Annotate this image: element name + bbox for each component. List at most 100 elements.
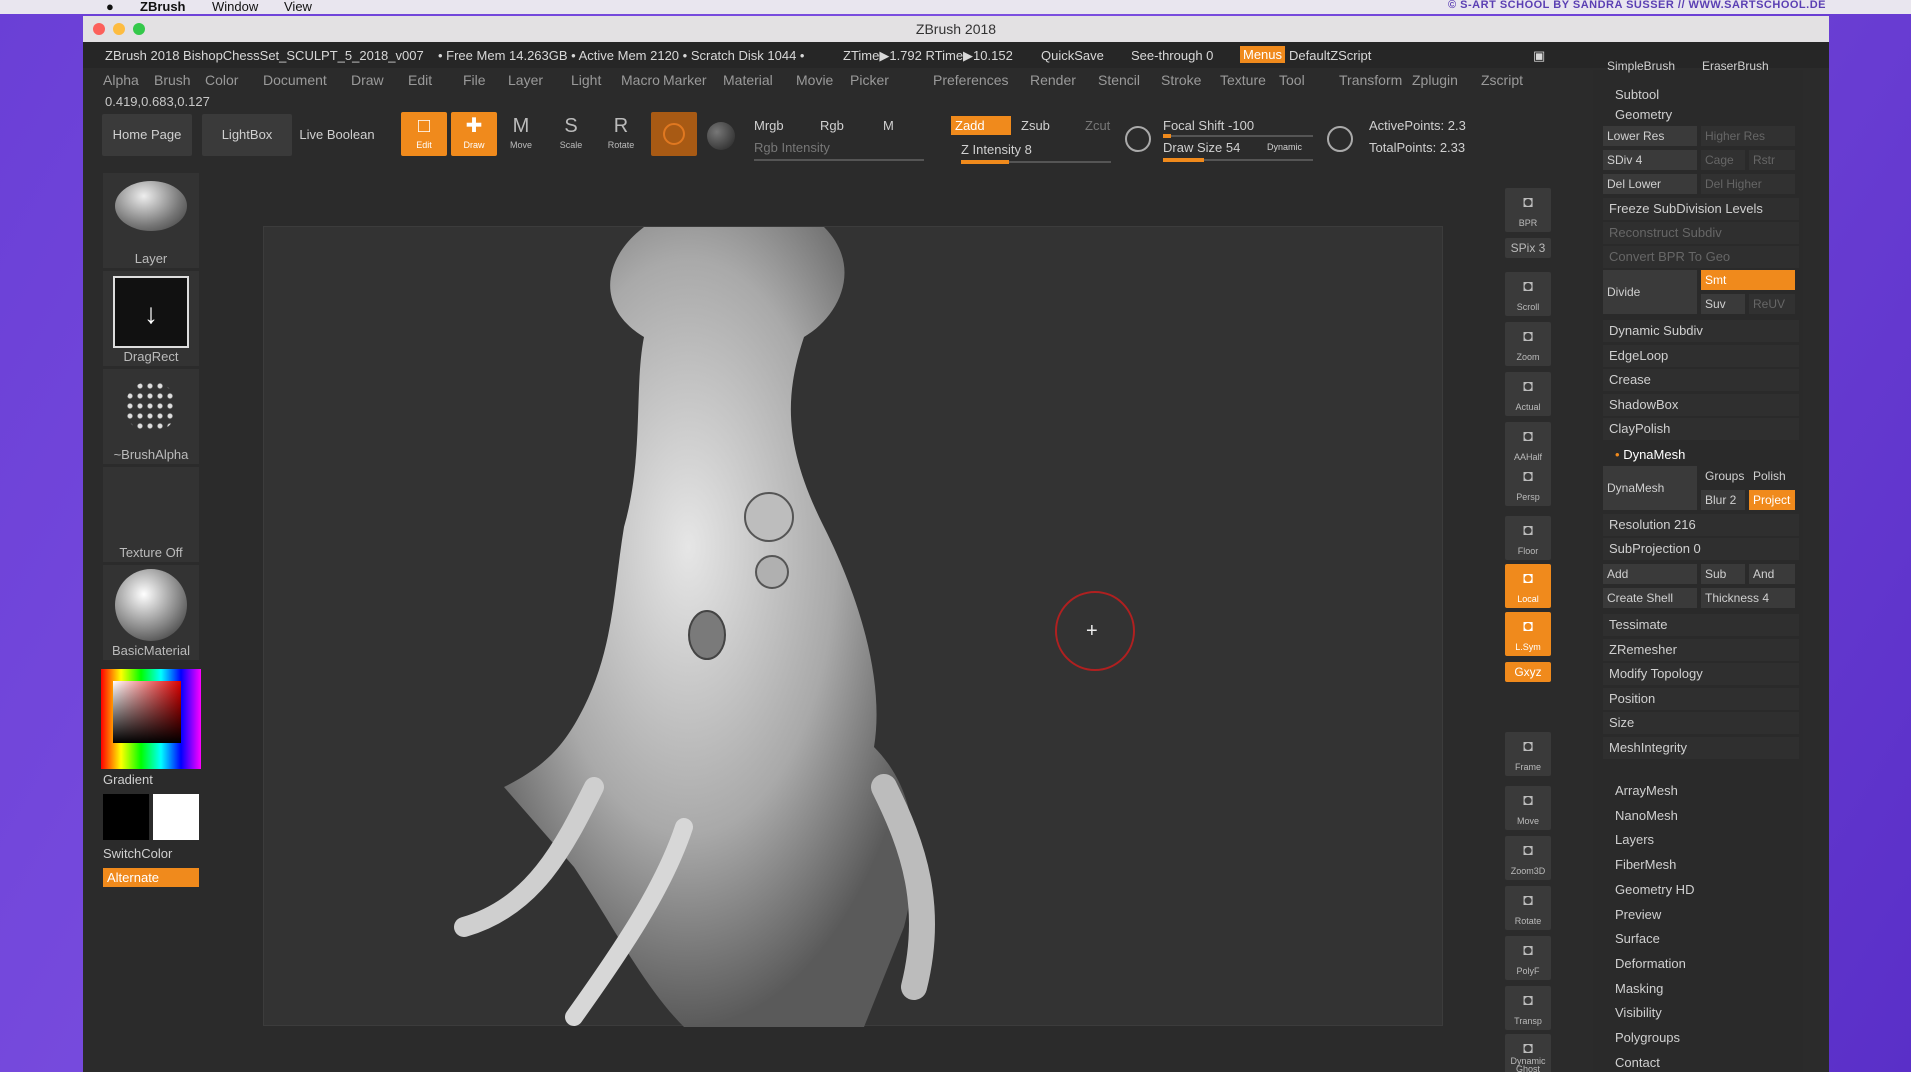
subpalette-nanomesh[interactable]: NanoMesh — [1603, 805, 1799, 827]
alternate-button[interactable]: Alternate — [103, 868, 199, 887]
draw-size-slider[interactable]: Draw Size 54 — [1163, 140, 1240, 155]
menu-material[interactable]: Material — [723, 72, 773, 88]
and-button[interactable]: And — [1749, 564, 1795, 584]
thickness-slider[interactable]: Thickness 4 — [1701, 588, 1795, 608]
brush-selector[interactable]: Layer — [103, 173, 199, 268]
shelf-bpr[interactable]: ◘ BPR — [1505, 188, 1551, 232]
menu-zplugin[interactable]: Zplugin — [1412, 72, 1458, 88]
menu-preferences[interactable]: Preferences — [933, 72, 1008, 88]
geometry-crease-button[interactable]: Crease — [1603, 369, 1799, 392]
z-intensity-track[interactable] — [961, 160, 1111, 164]
menu-stencil[interactable]: Stencil — [1098, 72, 1140, 88]
shelf-aahalf[interactable]: ◘ AAHalf — [1505, 422, 1551, 466]
dynamic-toggle[interactable]: Dynamic — [1267, 142, 1302, 152]
quicksave-button[interactable]: QuickSave — [1041, 48, 1104, 63]
mac-menu-app[interactable]: ZBrush — [140, 0, 186, 14]
geometry-zremesher-button[interactable]: ZRemesher — [1603, 638, 1799, 661]
move-button[interactable]: M Move — [501, 112, 541, 156]
shelf-actual[interactable]: ◘ Actual — [1505, 372, 1551, 416]
apple-icon[interactable]: ● — [106, 0, 114, 14]
convert-bpr-button[interactable]: Convert BPR To Geo — [1603, 246, 1799, 268]
geometry-claypolish-button[interactable]: ClayPolish — [1603, 418, 1799, 441]
shelf-transp[interactable]: ◘ Transp — [1505, 986, 1551, 1030]
edit-button[interactable]: □ Edit — [401, 112, 447, 156]
document-canvas[interactable]: + — [263, 226, 1443, 1027]
menu-render[interactable]: Render — [1030, 72, 1076, 88]
create-shell-button[interactable]: Create Shell — [1603, 588, 1697, 608]
shelf-rotate[interactable]: ◘ Rotate — [1505, 886, 1551, 930]
rgb-button[interactable]: Rgb — [820, 118, 844, 133]
menu-movie[interactable]: Movie — [796, 72, 833, 88]
shelf-frame[interactable]: ◘ Frame — [1505, 732, 1551, 776]
rstr-button[interactable]: Rstr — [1749, 150, 1795, 170]
main-color-swatch[interactable] — [153, 794, 199, 840]
shelf-polyf[interactable]: ◘ PolyF — [1505, 936, 1551, 980]
project-toggle[interactable]: Project — [1749, 490, 1795, 510]
simple-brush-item[interactable]: SimpleBrush — [1603, 56, 1698, 76]
geometry-edgeloop-button[interactable]: EdgeLoop — [1603, 344, 1799, 367]
rgb-intensity-track[interactable] — [754, 159, 924, 161]
zsub-button[interactable]: Zsub — [1021, 118, 1050, 133]
zcut-button[interactable]: Zcut — [1085, 118, 1110, 133]
menu-marker[interactable]: Marker — [663, 72, 707, 88]
geometry-tessimate-button[interactable]: Tessimate — [1603, 614, 1799, 636]
gradient-label[interactable]: Gradient — [103, 772, 153, 787]
close-icon[interactable] — [93, 23, 105, 35]
suv-toggle[interactable]: Suv — [1701, 294, 1745, 314]
color-saturation-square[interactable] — [113, 681, 181, 743]
minimize-icon[interactable] — [113, 23, 125, 35]
shelf-dynamic[interactable]: Dynamic — [1505, 1056, 1551, 1070]
subpalette-polygroups[interactable]: Polygroups — [1603, 1027, 1799, 1049]
material-selector[interactable]: BasicMaterial — [103, 565, 199, 660]
focal-shift-track[interactable] — [1163, 134, 1313, 138]
home-page-button[interactable]: Home Page — [102, 114, 192, 156]
subpalette-contact[interactable]: Contact — [1603, 1052, 1799, 1072]
geometry-size-button[interactable]: Size — [1603, 712, 1799, 735]
menu-tool[interactable]: Tool — [1279, 72, 1305, 88]
higher-res-button[interactable]: Higher Res — [1701, 126, 1795, 146]
menu-edit[interactable]: Edit — [408, 72, 432, 88]
menu-transform[interactable]: Transform — [1339, 72, 1402, 88]
switchcolor-button[interactable]: SwitchColor — [103, 846, 172, 861]
default-zscript-button[interactable]: DefaultZScript — [1289, 48, 1371, 63]
shelf-persp[interactable]: ◘ Persp — [1505, 462, 1551, 506]
subpalette-surface[interactable]: Surface — [1603, 928, 1799, 950]
focal-shift-icon[interactable] — [1125, 126, 1151, 152]
shelf-move[interactable]: ◘ Move — [1505, 786, 1551, 830]
dynamesh-section[interactable]: • DynaMesh — [1603, 444, 1799, 466]
secondary-color-swatch[interactable] — [103, 794, 149, 840]
resolution-slider[interactable]: Resolution 216 — [1603, 514, 1799, 536]
del-lower-button[interactable]: Del Lower — [1603, 174, 1697, 194]
mac-menu-view[interactable]: View — [284, 0, 312, 14]
shelf-scroll[interactable]: ◘ Scroll — [1505, 272, 1551, 316]
menu-light[interactable]: Light — [571, 72, 601, 88]
scale-button[interactable]: S Scale — [551, 112, 591, 156]
shelf-gxyz[interactable]: Gxyz — [1505, 662, 1551, 682]
polish-toggle[interactable]: Polish — [1749, 466, 1795, 486]
m-button[interactable]: M — [883, 118, 894, 133]
freeze-subdivision-button[interactable]: Freeze SubDivision Levels — [1603, 198, 1799, 220]
z-intensity-slider[interactable]: Z Intensity 8 — [961, 142, 1032, 157]
mac-menu-window[interactable]: Window — [212, 0, 258, 14]
subpalette-fibermesh[interactable]: FiberMesh — [1603, 854, 1799, 876]
live-boolean-button[interactable]: Live Boolean — [297, 114, 377, 156]
add-button[interactable]: Add — [1603, 564, 1697, 584]
draw-size-track[interactable] — [1163, 158, 1313, 162]
shelf-spix-3[interactable]: SPix 3 — [1505, 238, 1551, 258]
menu-file[interactable]: File — [463, 72, 486, 88]
stroke-selector[interactable]: ↓ DragRect — [103, 271, 199, 366]
menus-toggle[interactable]: Menus — [1240, 46, 1286, 63]
focal-shift-slider[interactable]: Focal Shift -100 — [1163, 118, 1254, 133]
shelf-l-sym[interactable]: ◘ L.Sym — [1505, 612, 1551, 656]
menu-draw[interactable]: Draw — [351, 72, 384, 88]
menu-document[interactable]: Document — [263, 72, 327, 88]
menu-picker[interactable]: Picker — [850, 72, 889, 88]
sub-button[interactable]: Sub — [1701, 564, 1745, 584]
texture-selector[interactable]: Texture Off — [103, 467, 199, 562]
subpalette-arraymesh[interactable]: ArrayMesh — [1603, 780, 1799, 802]
maximize-icon[interactable] — [133, 23, 145, 35]
lock-icon[interactable]: ▣ — [1533, 48, 1545, 64]
smt-toggle[interactable]: Smt — [1701, 270, 1795, 290]
eraser-brush-item[interactable]: EraserBrush — [1698, 56, 1793, 76]
geometry-position-button[interactable]: Position — [1603, 687, 1799, 710]
